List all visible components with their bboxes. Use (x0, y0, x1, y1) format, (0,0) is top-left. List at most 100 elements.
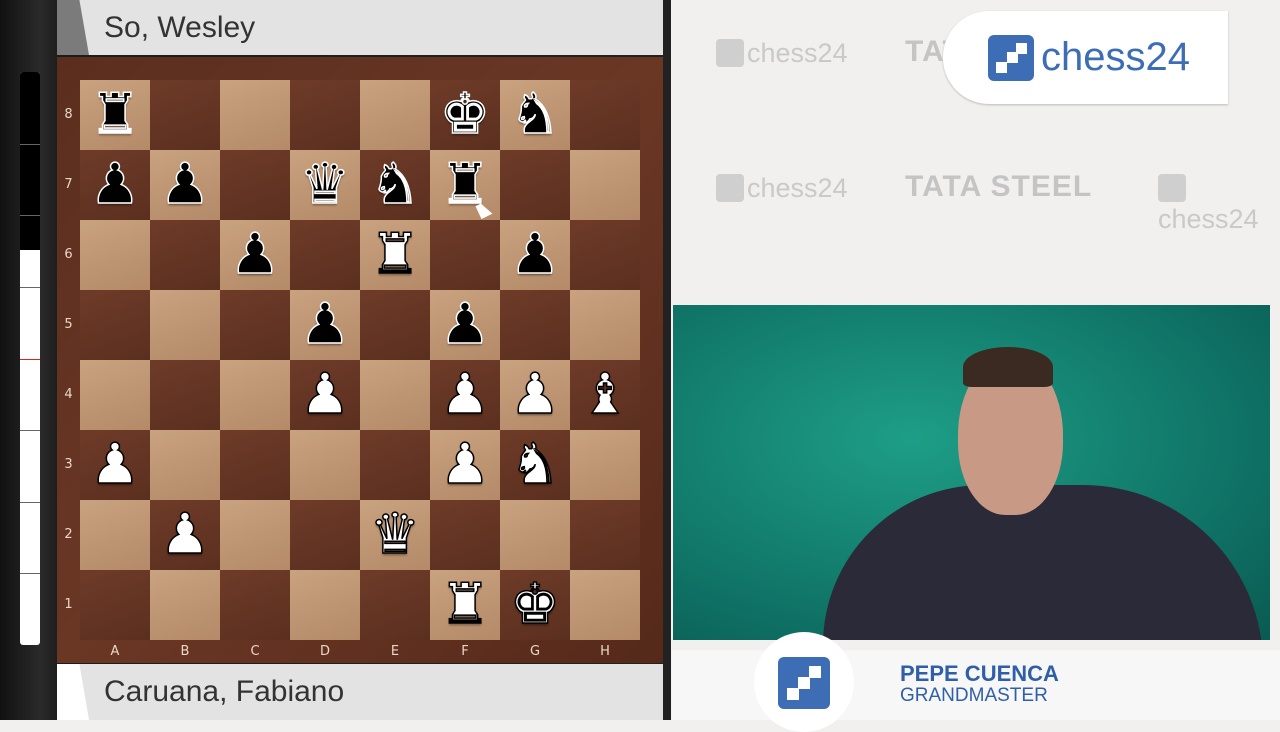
evaluation-tick (20, 501, 40, 503)
white-bishop-icon[interactable]: ♝ (579, 366, 631, 424)
square-e1[interactable] (360, 570, 430, 640)
square-a8[interactable]: ♜ (80, 80, 150, 150)
square-e7[interactable]: ♞ (360, 150, 430, 220)
square-f4[interactable]: ♟ (430, 360, 500, 430)
black-pawn-icon[interactable]: ♟ (439, 296, 491, 354)
black-king-icon[interactable]: ♚ (439, 86, 491, 144)
square-b7[interactable]: ♟ (150, 150, 220, 220)
square-e3[interactable] (360, 430, 430, 500)
square-b2[interactable]: ♟ (150, 500, 220, 570)
square-a4[interactable] (80, 360, 150, 430)
square-h6[interactable] (570, 220, 640, 290)
white-rook-icon[interactable]: ♜ (439, 576, 491, 634)
black-knight-icon[interactable]: ♞ (369, 156, 421, 214)
square-h4[interactable]: ♝ (570, 360, 640, 430)
square-f5[interactable]: ♟ (430, 290, 500, 360)
chess24-logo: chess24 (943, 11, 1228, 104)
white-pawn-icon[interactable]: ♟ (439, 436, 491, 494)
square-d7[interactable]: ♛ (290, 150, 360, 220)
square-b6[interactable] (150, 220, 220, 290)
square-d4[interactable]: ♟ (290, 360, 360, 430)
black-knight-icon[interactable]: ♞ (509, 86, 561, 144)
square-h5[interactable] (570, 290, 640, 360)
square-d3[interactable] (290, 430, 360, 500)
square-e4[interactable] (360, 360, 430, 430)
file-label: H (600, 644, 610, 659)
square-b3[interactable] (150, 430, 220, 500)
square-a7[interactable]: ♟ (80, 150, 150, 220)
rank-label: 7 (64, 177, 73, 192)
square-h1[interactable] (570, 570, 640, 640)
chess24-icon (716, 174, 744, 202)
white-pawn-icon[interactable]: ♟ (159, 506, 211, 564)
white-knight-icon[interactable]: ♞ (509, 436, 561, 494)
square-c6[interactable]: ♟ (220, 220, 290, 290)
rank-label: 8 (64, 107, 73, 122)
square-g8[interactable]: ♞ (500, 80, 570, 150)
square-c5[interactable] (220, 290, 290, 360)
white-pawn-icon[interactable]: ♟ (439, 366, 491, 424)
square-a6[interactable] (80, 220, 150, 290)
file-label: C (250, 644, 260, 659)
square-h2[interactable] (570, 500, 640, 570)
square-h7[interactable] (570, 150, 640, 220)
square-f6[interactable] (430, 220, 500, 290)
black-pawn-icon[interactable]: ♟ (89, 156, 141, 214)
white-king-icon[interactable]: ♚ (509, 576, 561, 634)
square-g7[interactable] (500, 150, 570, 220)
square-g1[interactable]: ♚ (500, 570, 570, 640)
square-g2[interactable] (500, 500, 570, 570)
square-f2[interactable] (430, 500, 500, 570)
square-b1[interactable] (150, 570, 220, 640)
square-g6[interactable]: ♟ (500, 220, 570, 290)
square-c2[interactable] (220, 500, 290, 570)
square-a1[interactable] (80, 570, 150, 640)
square-d6[interactable] (290, 220, 360, 290)
square-f8[interactable]: ♚ (430, 80, 500, 150)
square-c4[interactable] (220, 360, 290, 430)
evaluation-tick (20, 430, 40, 432)
black-pawn-icon[interactable]: ♟ (509, 226, 561, 284)
watermark-logo: chess24 (716, 38, 848, 69)
white-queen-icon[interactable]: ♛ (369, 506, 421, 564)
square-g3[interactable]: ♞ (500, 430, 570, 500)
rank-label: 5 (64, 317, 73, 332)
black-queen-icon[interactable]: ♛ (299, 156, 351, 214)
square-h8[interactable] (570, 80, 640, 150)
square-f1[interactable]: ♜ (430, 570, 500, 640)
square-d2[interactable] (290, 500, 360, 570)
square-a2[interactable] (80, 500, 150, 570)
square-e6[interactable]: ♜ (360, 220, 430, 290)
black-pawn-icon[interactable]: ♟ (229, 226, 281, 284)
chessboard[interactable]: ♜ ♚ ♞ ♟ ♟ ♛ ♞ ♜ ♟ ♜ ♟ ♟ ♟ ♟ ♟ ♟ ♝ ♟ ♟ ♞ ♟ ♛ ♜ ♚ (80, 80, 640, 640)
evaluation-tick (20, 286, 40, 288)
square-d1[interactable] (290, 570, 360, 640)
white-rook-icon[interactable]: ♜ (369, 226, 421, 284)
white-pawn-icon[interactable]: ♟ (509, 366, 561, 424)
square-d8[interactable] (290, 80, 360, 150)
square-h3[interactable] (570, 430, 640, 500)
square-c8[interactable] (220, 80, 290, 150)
evaluation-black-portion (20, 72, 40, 250)
black-pawn-icon[interactable]: ♟ (299, 296, 351, 354)
square-c7[interactable] (220, 150, 290, 220)
square-b8[interactable] (150, 80, 220, 150)
black-rook-icon[interactable]: ♜ (89, 86, 141, 144)
caption-logo (754, 632, 854, 732)
square-f3[interactable]: ♟ (430, 430, 500, 500)
square-a5[interactable] (80, 290, 150, 360)
square-d5[interactable]: ♟ (290, 290, 360, 360)
white-pawn-icon[interactable]: ♟ (299, 366, 351, 424)
square-b4[interactable] (150, 360, 220, 430)
square-e5[interactable] (360, 290, 430, 360)
square-e8[interactable] (360, 80, 430, 150)
white-pawn-icon[interactable]: ♟ (89, 436, 141, 494)
square-e2[interactable]: ♛ (360, 500, 430, 570)
square-g4[interactable]: ♟ (500, 360, 570, 430)
square-b5[interactable] (150, 290, 220, 360)
square-c1[interactable] (220, 570, 290, 640)
square-c3[interactable] (220, 430, 290, 500)
square-a3[interactable]: ♟ (80, 430, 150, 500)
square-g5[interactable] (500, 290, 570, 360)
black-pawn-icon[interactable]: ♟ (159, 156, 211, 214)
